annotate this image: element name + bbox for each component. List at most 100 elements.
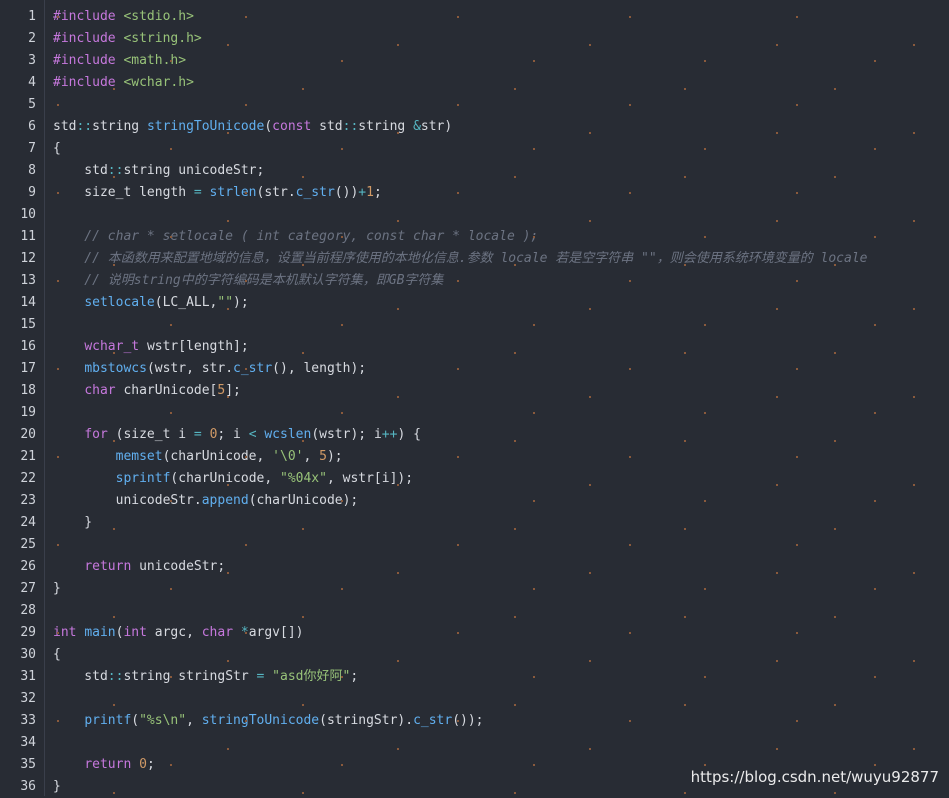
code-lines[interactable]: 1 #include <stdio.h> 2 #include <string.h> 3…: [0, 6, 949, 798]
code-token: string unicodeStr;: [123, 163, 265, 178]
code-editor[interactable]: 1 #include <stdio.h> 2 #include <string.h> 3…: [0, 0, 949, 796]
background-dot: [776, 396, 778, 398]
code-text[interactable]: // 本函数用来配置地域的信息，设置当前程序使用的本地化信息.参数 locale…: [53, 248, 867, 270]
code-text[interactable]: setlocale(LC_ALL,"");: [53, 292, 248, 314]
code-text[interactable]: {: [53, 138, 61, 160]
code-line[interactable]: 17 mbstowcs(wstr, str.c_str(), length);: [0, 358, 949, 380]
background-dot: [704, 60, 706, 62]
code-text[interactable]: sprintf(charUnicode, "%04x", wstr[i]);: [53, 468, 413, 490]
code-token: (LC_ALL,: [154, 295, 218, 310]
background-dot: [776, 132, 778, 134]
code-line[interactable]: 20 for (size_t i = 0; i < wcslen(wstr); …: [0, 424, 949, 446]
code-token: argc,: [154, 625, 202, 640]
code-text[interactable]: return 0;: [53, 754, 154, 776]
code-text[interactable]: char charUnicode[5];: [53, 380, 241, 402]
code-token: wcslen: [264, 427, 312, 442]
code-line[interactable]: 1 #include <stdio.h>: [0, 6, 949, 28]
code-line[interactable]: 18 char charUnicode[5];: [0, 380, 949, 402]
code-text[interactable]: // char * setlocale ( int category, cons…: [53, 226, 538, 248]
background-dot: [796, 104, 798, 106]
code-line[interactable]: 28: [0, 600, 949, 622]
background-dot: [302, 264, 304, 266]
code-token: (), length);: [272, 361, 367, 376]
code-line[interactable]: 15: [0, 314, 949, 336]
code-text[interactable]: }: [53, 578, 61, 600]
code-text[interactable]: mbstowcs(wstr, str.c_str(), length);: [53, 358, 366, 380]
code-token: stringToUnicode: [201, 713, 320, 728]
code-line[interactable]: 26 return unicodeStr;: [0, 556, 949, 578]
code-token: ,: [186, 713, 202, 728]
code-line[interactable]: 5: [0, 94, 949, 116]
code-token: ::: [76, 119, 93, 134]
code-text[interactable]: std::string stringStr = "asd你好阿";: [53, 666, 358, 688]
line-number: 1: [28, 9, 36, 24]
code-line[interactable]: 12 // 本函数用来配置地域的信息，设置当前程序使用的本地化信息.参数 loc…: [0, 248, 949, 270]
code-line[interactable]: 22 sprintf(charUnicode, "%04x", wstr[i])…: [0, 468, 949, 490]
code-line[interactable]: 31 std::string stringStr = "asd你好阿";: [0, 666, 949, 688]
background-dot: [245, 280, 247, 282]
code-text[interactable]: printf("%s\n", stringToUnicode(stringStr…: [53, 710, 483, 732]
code-line[interactable]: 4 #include <wchar.h>: [0, 72, 949, 94]
code-token: memset: [115, 449, 163, 464]
code-line[interactable]: 2 #include <string.h>: [0, 28, 949, 50]
code-text[interactable]: wchar_t wstr[length];: [53, 336, 248, 358]
code-line[interactable]: 10: [0, 204, 949, 226]
background-dot: [457, 368, 459, 370]
code-token: );: [326, 449, 343, 464]
code-line[interactable]: 33 printf("%s\n", stringToUnicode(string…: [0, 710, 949, 732]
code-line[interactable]: 27}: [0, 578, 949, 600]
background-dot: [170, 412, 172, 414]
code-token: c_str: [233, 361, 273, 376]
code-text[interactable]: return unicodeStr;: [53, 556, 225, 578]
code-text[interactable]: }: [53, 776, 61, 798]
code-token: (str.: [256, 185, 296, 200]
code-text[interactable]: {: [53, 644, 61, 666]
code-line[interactable]: 19: [0, 402, 949, 424]
code-line[interactable]: 11 // char * setlocale ( int category, c…: [0, 226, 949, 248]
code-text[interactable]: #include <string.h>: [53, 28, 202, 50]
code-line[interactable]: 32: [0, 688, 949, 710]
background-dot: [341, 60, 343, 62]
code-text[interactable]: for (size_t i = 0; i < wcslen(wstr); i++…: [53, 424, 421, 446]
code-line[interactable]: 3 #include <math.h>: [0, 50, 949, 72]
background-dot: [57, 456, 59, 458]
code-line[interactable]: 24 }: [0, 512, 949, 534]
code-line[interactable]: 9 size_t length = strlen(str.c_str())+1;: [0, 182, 949, 204]
code-line[interactable]: 6 std::string stringToUnicode(const std::…: [0, 116, 949, 138]
line-number: 23: [20, 493, 36, 508]
code-token: 1: [366, 185, 374, 200]
code-text[interactable]: #include <math.h>: [53, 50, 186, 72]
code-line[interactable]: 8 std::string unicodeStr;: [0, 160, 949, 182]
code-token: stringToUnicode: [146, 119, 265, 134]
line-number: 26: [20, 559, 36, 574]
code-text[interactable]: #include <stdio.h>: [53, 6, 194, 28]
code-text[interactable]: }: [53, 512, 92, 534]
code-token: const: [272, 119, 320, 134]
code-text[interactable]: unicodeStr.append(charUnicode);: [53, 490, 359, 512]
background-dot: [796, 368, 798, 370]
code-line[interactable]: 29 int main(int argc, char *argv[]): [0, 622, 949, 644]
code-text[interactable]: size_t length = strlen(str.c_str())+1;: [53, 182, 381, 204]
code-token: std: [53, 669, 108, 684]
code-token: size_t length: [53, 185, 194, 200]
code-text[interactable]: int main(int argc, char *argv[]): [53, 622, 304, 644]
code-line[interactable]: 16 wchar_t wstr[length];: [0, 336, 949, 358]
code-text[interactable]: std::string unicodeStr;: [53, 160, 264, 182]
code-text[interactable]: memset(charUnicode, '\0', 5);: [53, 446, 343, 468]
code-line[interactable]: 7{: [0, 138, 949, 160]
code-line[interactable]: 14 setlocale(LC_ALL,"");: [0, 292, 949, 314]
background-dot: [457, 16, 459, 18]
code-line[interactable]: 23 unicodeStr.append(charUnicode);: [0, 490, 949, 512]
code-line[interactable]: 30 {: [0, 644, 949, 666]
code-token: , wstr[i]);: [326, 471, 414, 486]
code-line[interactable]: 13 // 说明string中的字符编码是本机默认字符集，即GB字符集: [0, 270, 949, 292]
code-text[interactable]: std::string stringToUnicode(const std::s…: [53, 116, 452, 138]
code-token: #include: [53, 31, 124, 46]
code-text[interactable]: #include <wchar.h>: [53, 72, 194, 94]
code-line[interactable]: 25: [0, 534, 949, 556]
code-line[interactable]: 34: [0, 732, 949, 754]
line-number: 3: [28, 53, 36, 68]
code-text[interactable]: // 说明string中的字符编码是本机默认字符集，即GB字符集: [53, 270, 443, 292]
background-dot: [704, 148, 706, 150]
code-line[interactable]: 21 memset(charUnicode, '\0', 5);: [0, 446, 949, 468]
